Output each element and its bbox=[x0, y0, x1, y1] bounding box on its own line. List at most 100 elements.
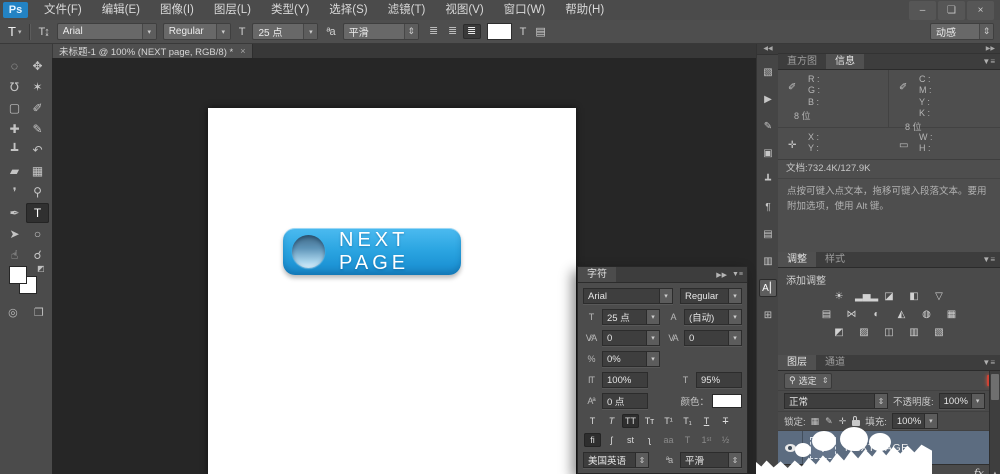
layers-scrollbar[interactable]: ▲ bbox=[989, 371, 1000, 474]
char-baseline-shift-field[interactable]: 0 点 bbox=[602, 393, 648, 409]
hue-saturation-icon[interactable]: ▤ bbox=[818, 308, 836, 321]
small-caps-button[interactable]: Tᴛ bbox=[641, 414, 658, 428]
char-leading-field[interactable]: (自动) bbox=[684, 309, 742, 325]
tab-adjustments[interactable]: 调整 bbox=[778, 252, 816, 267]
tab-layers[interactable]: 图层 bbox=[778, 355, 816, 370]
superscript-button[interactable]: T¹ bbox=[660, 414, 677, 428]
tab-character[interactable]: 字符 bbox=[578, 267, 616, 282]
info-panel-menu-icon[interactable]: ▼≡ bbox=[982, 54, 1000, 69]
font-family-select[interactable]: Arial bbox=[56, 23, 157, 40]
lock-all-icon[interactable] bbox=[852, 415, 861, 426]
underline-button[interactable]: T bbox=[698, 414, 715, 428]
align-left-icon[interactable]: ≣ bbox=[425, 24, 443, 39]
warp-text-button[interactable]: T bbox=[518, 26, 528, 38]
history-brush-tool[interactable]: ↶ bbox=[26, 140, 49, 160]
color-lookup-icon[interactable]: ▦ bbox=[943, 308, 961, 321]
faux-italic-button[interactable]: T bbox=[603, 414, 620, 428]
3d-panel-icon[interactable]: ▧ bbox=[759, 63, 777, 81]
type-tool[interactable]: T bbox=[26, 203, 49, 223]
restore-button[interactable]: ❏ bbox=[938, 0, 965, 20]
elliptical-marquee-tool[interactable]: ◌ bbox=[3, 56, 26, 76]
pen-tool[interactable]: ✒ bbox=[3, 203, 26, 223]
screen-mode-button[interactable]: ❐ bbox=[34, 306, 44, 319]
fill-field[interactable]: 100% bbox=[891, 413, 938, 429]
tab-styles[interactable]: 样式 bbox=[816, 252, 854, 267]
blend-mode-select[interactable]: 正常 bbox=[784, 393, 888, 409]
brush-tool[interactable]: ✎ bbox=[26, 119, 49, 139]
collapse-dock-button[interactable]: ◀◀ bbox=[757, 44, 779, 55]
menu-select[interactable]: 选择(S) bbox=[319, 0, 377, 20]
quick-mask-button[interactable]: ◎ bbox=[8, 306, 18, 319]
eraser-tool[interactable]: ▰ bbox=[3, 161, 26, 181]
levels-icon[interactable]: ▂▅▂ bbox=[855, 290, 878, 303]
document-tab[interactable]: 未标题-1 @ 100% (NEXT page, RGB/8) * × bbox=[52, 44, 254, 58]
actions-panel-icon[interactable]: ▶ bbox=[759, 90, 777, 108]
blur-tool[interactable]: ❜ bbox=[3, 182, 26, 202]
menu-layer[interactable]: 图层(L) bbox=[204, 0, 261, 20]
tab-histogram[interactable]: 直方图 bbox=[778, 54, 826, 69]
all-caps-button[interactable]: TT bbox=[622, 414, 639, 428]
character-styles-panel-icon[interactable]: ▤ bbox=[759, 225, 777, 243]
ordinals-button[interactable]: 1ˢᵗ bbox=[698, 433, 715, 447]
channel-mixer-icon[interactable]: ◍ bbox=[918, 308, 936, 321]
paragraph-panel-icon[interactable]: ¶ bbox=[759, 198, 777, 216]
eyedropper-tool[interactable]: ✐ bbox=[26, 98, 49, 118]
standard-ligatures-button[interactable]: fi bbox=[584, 433, 601, 447]
zoom-tool[interactable]: ☌ bbox=[26, 245, 49, 265]
lock-position-icon[interactable]: ✛ bbox=[839, 416, 847, 427]
faux-bold-button[interactable]: T bbox=[584, 414, 601, 428]
menu-edit[interactable]: 编辑(E) bbox=[92, 0, 150, 20]
discretionary-ligatures-button[interactable]: st bbox=[622, 433, 639, 447]
photo-filter-icon[interactable]: ◭ bbox=[893, 308, 911, 321]
workspace-select[interactable]: 动感 bbox=[930, 23, 994, 40]
text-orientation-button[interactable]: T↨ bbox=[36, 26, 50, 38]
color-swatches[interactable]: ◩ bbox=[9, 264, 45, 296]
vibrance-icon[interactable]: ▽ bbox=[930, 290, 948, 303]
lock-transparent-pixels-icon[interactable]: ▦ bbox=[811, 416, 820, 427]
menu-view[interactable]: 视图(V) bbox=[435, 0, 493, 20]
font-size-select[interactable]: 25 点 bbox=[252, 23, 319, 40]
dodge-tool[interactable]: ⚲ bbox=[26, 182, 49, 202]
threshold-icon[interactable]: ◫ bbox=[880, 326, 898, 339]
menu-image[interactable]: 图像(I) bbox=[150, 0, 204, 20]
exposure-icon[interactable]: ◧ bbox=[905, 290, 923, 303]
lasso-tool[interactable]: ℧ bbox=[3, 77, 26, 97]
menu-window[interactable]: 窗口(W) bbox=[494, 0, 556, 20]
char-anti-alias-select[interactable]: 平滑 bbox=[680, 452, 742, 468]
clone-source-panel-icon[interactable]: ▣ bbox=[759, 144, 777, 162]
tab-close-icon[interactable]: × bbox=[240, 46, 245, 56]
align-center-icon[interactable]: ≣ bbox=[444, 24, 462, 39]
hand-tool[interactable]: ☝ bbox=[3, 245, 26, 265]
selective-color-icon[interactable]: ▧ bbox=[930, 326, 948, 339]
strikethrough-button[interactable]: T bbox=[717, 414, 734, 428]
minimize-button[interactable]: – bbox=[909, 0, 936, 20]
curves-icon[interactable]: ◪ bbox=[880, 290, 898, 303]
close-button[interactable]: × bbox=[967, 0, 994, 20]
brush-panel-icon[interactable]: ✎ bbox=[759, 117, 777, 135]
brightness-contrast-icon[interactable]: ☀ bbox=[830, 290, 848, 303]
char-font-style-select[interactable]: Regular bbox=[680, 288, 742, 304]
posterize-icon[interactable]: ▨ bbox=[855, 326, 873, 339]
anti-alias-select[interactable]: 平滑 bbox=[342, 23, 419, 40]
char-vertical-scale-field[interactable]: 100% bbox=[602, 372, 648, 388]
gradient-map-icon[interactable]: ▥ bbox=[905, 326, 923, 339]
text-color-swatch[interactable] bbox=[486, 23, 512, 40]
tool-presets-panel-icon[interactable]: ┻ bbox=[759, 171, 777, 189]
lock-image-pixels-icon[interactable]: ✎ bbox=[825, 416, 833, 427]
scrollbar-thumb[interactable] bbox=[991, 374, 999, 400]
char-font-family-select[interactable]: Arial bbox=[583, 288, 673, 304]
titling-alternates-button[interactable]: T bbox=[679, 433, 696, 447]
document-canvas[interactable]: NEXT PAGE bbox=[208, 108, 576, 474]
char-size-field[interactable]: 25 点 bbox=[602, 309, 660, 325]
layer-filter-select[interactable]: ⚲ 选定 bbox=[784, 372, 832, 389]
glyphs-panel-icon[interactable]: ⊞ bbox=[759, 306, 777, 324]
crop-tool[interactable]: ▢ bbox=[3, 98, 26, 118]
menu-help[interactable]: 帮助(H) bbox=[555, 0, 614, 20]
gradient-tool[interactable]: ▦ bbox=[26, 161, 49, 181]
font-style-select[interactable]: Regular bbox=[162, 23, 231, 40]
tool-preset-button[interactable]: T ▾ bbox=[6, 24, 23, 39]
align-right-icon[interactable]: ≣ bbox=[462, 24, 481, 39]
invert-icon[interactable]: ◩ bbox=[830, 326, 848, 339]
adjustments-panel-menu-icon[interactable]: ▼≡ bbox=[982, 252, 1000, 267]
menu-type[interactable]: 类型(Y) bbox=[261, 0, 319, 20]
